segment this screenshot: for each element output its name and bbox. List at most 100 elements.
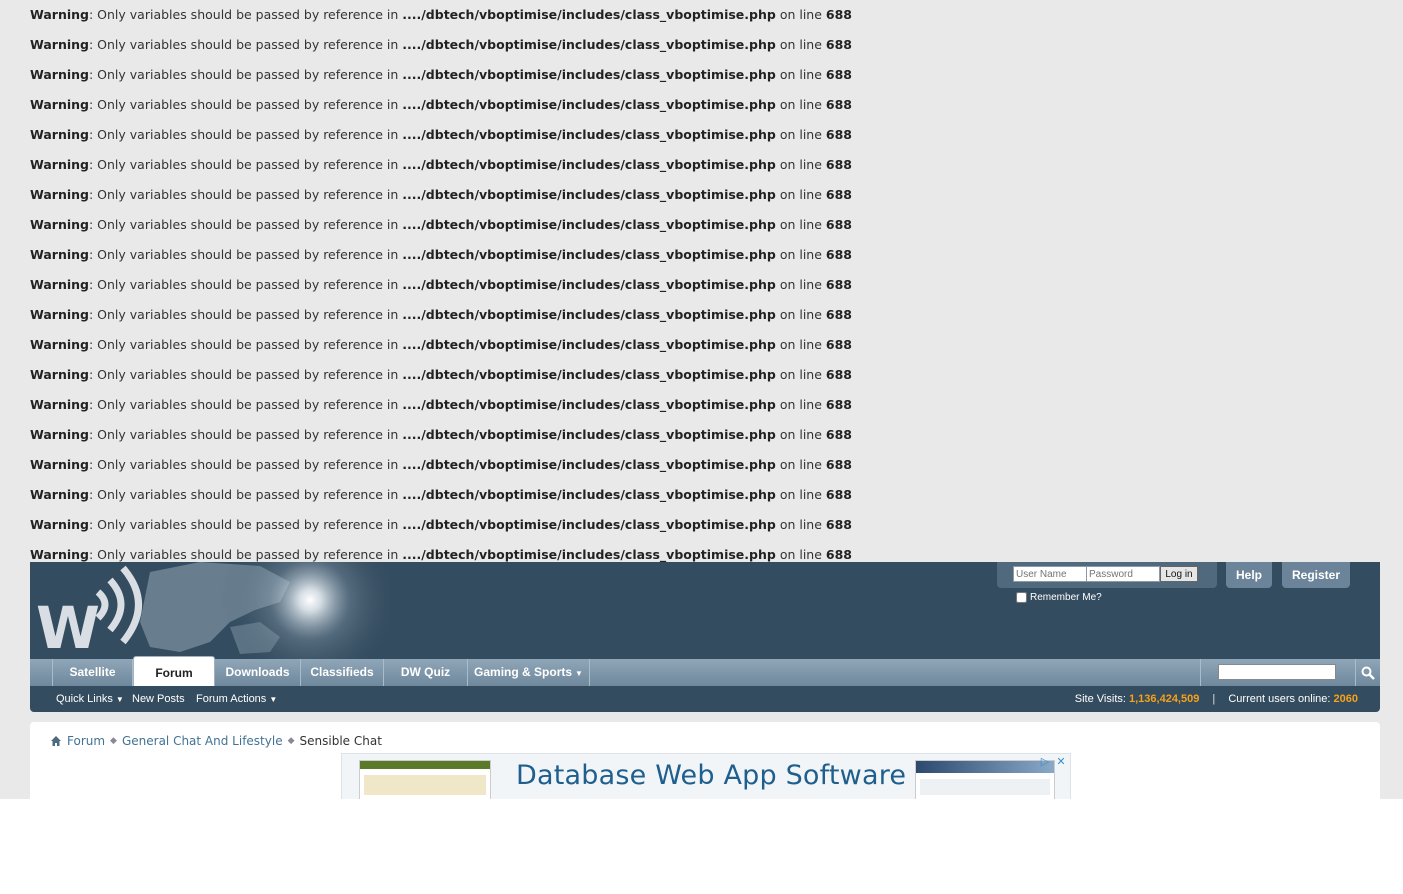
warning-line: Warning: Only variables should be passed… [30,450,1330,480]
breadcrumb-separator-icon: ◆ [287,736,295,746]
breadcrumb-forum[interactable]: Forum [67,734,105,748]
remember-me-checkbox[interactable] [1016,592,1027,603]
warning-on-line: on line [775,67,826,82]
warning-line-number: 688 [825,307,852,322]
warning-on-line: on line [775,187,826,202]
tab-downloads[interactable]: Downloads [215,659,301,686]
warning-line-number: 688 [825,547,852,562]
warning-path: ..../dbtech/vboptimise/includes/class_vb… [402,397,776,412]
warning-message: : Only variables should be passed by ref… [88,367,403,382]
warning-path: ..../dbtech/vboptimise/includes/class_vb… [402,97,776,112]
breadcrumb-separator-icon: ◆ [110,736,117,746]
help-button[interactable]: Help [1226,562,1272,588]
chevron-down-icon: ▼ [115,695,124,704]
warning-path: ..../dbtech/vboptimise/includes/class_vb… [402,307,776,322]
warning-on-line: on line [775,97,826,112]
warning-line: Warning: Only variables should be passed… [30,180,1330,210]
warning-label: Warning [30,307,89,322]
home-icon[interactable] [50,735,62,747]
warning-label: Warning [30,187,89,202]
warning-path: ..../dbtech/vboptimise/includes/class_vb… [402,487,776,502]
warning-path: ..../dbtech/vboptimise/includes/class_vb… [402,427,776,442]
warning-line-number: 688 [825,7,852,22]
warning-line: Warning: Only variables should be passed… [30,330,1330,360]
login-button[interactable]: Log in [1160,566,1198,582]
search-area [1200,659,1356,686]
register-button[interactable]: Register [1282,562,1350,588]
warning-path: ..../dbtech/vboptimise/includes/class_vb… [402,67,776,82]
warning-label: Warning [30,37,89,52]
warning-line: Warning: Only variables should be passed… [30,390,1330,420]
search-button[interactable] [1355,659,1380,686]
warning-on-line: on line [775,547,826,562]
warning-on-line: on line [775,487,826,502]
warning-label: Warning [30,67,89,82]
warning-on-line: on line [775,457,826,472]
new-posts-link[interactable]: New Posts [132,686,185,712]
warning-line: Warning: Only variables should be passed… [30,270,1330,300]
warning-line: Warning: Only variables should be passed… [30,240,1330,270]
warning-on-line: on line [775,217,826,232]
warning-message: : Only variables should be passed by ref… [88,67,403,82]
quick-links-menu[interactable]: Quick Links ▼ [56,686,124,713]
warning-on-line: on line [775,307,826,322]
password-input[interactable] [1086,566,1160,582]
warning-line-number: 688 [825,487,852,502]
warning-message: : Only variables should be passed by ref… [88,217,403,232]
warning-message: : Only variables should be passed by ref… [88,127,403,142]
login-box: Log in [997,562,1217,588]
warning-message: : Only variables should be passed by ref… [88,7,403,22]
tab-dw-quiz[interactable]: DW Quiz [384,659,468,686]
ad-choices-icon[interactable]: ▷ [1038,755,1052,769]
warning-path: ..../dbtech/vboptimise/includes/class_vb… [402,547,776,562]
tab-classifieds[interactable]: Classifieds [301,659,384,686]
warning-label: Warning [30,517,89,532]
warning-line: Warning: Only variables should be passed… [30,510,1330,540]
warning-on-line: on line [775,337,826,352]
warning-on-line: on line [775,247,826,262]
warning-on-line: on line [775,397,826,412]
warning-path: ..../dbtech/vboptimise/includes/class_vb… [402,217,776,232]
warning-line: Warning: Only variables should be passed… [30,480,1330,510]
svg-text:W: W [36,594,100,659]
warning-line: Warning: Only variables should be passed… [30,420,1330,450]
warning-message: : Only variables should be passed by ref… [88,337,403,352]
stats-divider: | [1212,693,1216,705]
warning-message: : Only variables should be passed by ref… [88,487,403,502]
username-input[interactable] [1013,566,1087,582]
remember-me[interactable]: Remember Me? [1016,592,1102,603]
search-icon [1361,666,1375,680]
forum-actions-menu[interactable]: Forum Actions ▼ [196,686,277,713]
warning-line-number: 688 [825,67,852,82]
warning-label: Warning [30,7,89,22]
site-visits-label: Site Visits: [1074,693,1126,705]
warning-on-line: on line [775,517,826,532]
warning-path: ..../dbtech/vboptimise/includes/class_vb… [402,457,776,472]
warning-label: Warning [30,547,89,562]
warning-path: ..../dbtech/vboptimise/includes/class_vb… [402,157,776,172]
warning-on-line: on line [775,37,826,52]
warning-message: : Only variables should be passed by ref… [88,37,403,52]
breadcrumb: Forum ◆ General Chat And Lifestyle ◆ Sen… [50,734,382,748]
warning-message: : Only variables should be passed by ref… [88,247,403,262]
warning-path: ..../dbtech/vboptimise/includes/class_vb… [402,517,776,532]
close-icon[interactable]: ✕ [1054,755,1068,769]
tab-forum[interactable]: Forum [133,656,215,686]
warning-label: Warning [30,157,89,172]
search-input[interactable] [1218,664,1336,680]
warning-line: Warning: Only variables should be passed… [30,120,1330,150]
warning-line-number: 688 [825,337,852,352]
tab-gaming-sports[interactable]: Gaming & Sports ▼ [468,659,590,686]
warning-line: Warning: Only variables should be passed… [30,300,1330,330]
ad-thumbnail-right [915,760,1055,800]
advertisement-banner[interactable]: Database Web App Software ▷ ✕ [341,753,1071,801]
warning-label: Warning [30,367,89,382]
warning-path: ..../dbtech/vboptimise/includes/class_vb… [402,37,776,52]
warning-line-number: 688 [825,187,852,202]
breadcrumb-general-chat[interactable]: General Chat And Lifestyle [122,734,283,748]
warning-on-line: on line [775,157,826,172]
warning-message: : Only variables should be passed by ref… [88,547,403,562]
site-logo[interactable]: W [30,562,390,659]
tab-satellite[interactable]: Satellite [52,659,133,686]
warning-line-number: 688 [825,277,852,292]
